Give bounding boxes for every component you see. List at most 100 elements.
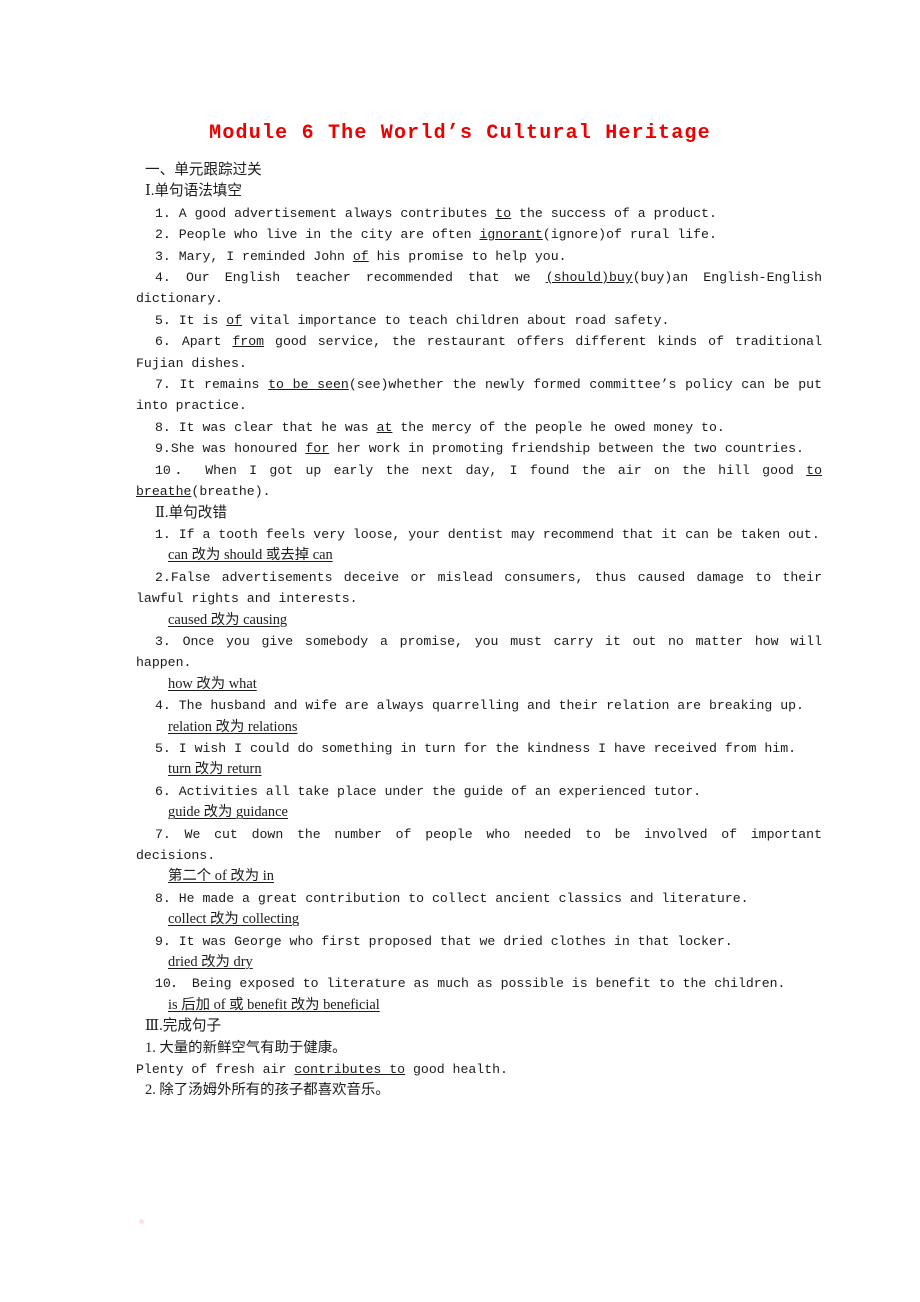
item-answer: for [305, 441, 330, 457]
item-answer: from [232, 334, 265, 350]
item-number: 2. [155, 227, 171, 243]
correction-item-10-answer: is 后加 of 或 benefit 改为 beneficial [136, 995, 822, 1016]
answer-text: collect 改为 collecting [168, 911, 300, 928]
item-post: (ignore)of rural life. [542, 227, 717, 243]
item-chinese: 大量的新鲜空气有助于健康。 [155, 1039, 347, 1056]
item-number: 9. [155, 933, 171, 949]
correction-item-3-sentence: 3. Once you give somebody a promise, you… [136, 631, 822, 674]
answer-text: caused 改为 causing [168, 611, 288, 628]
item-answer: to be seen [268, 377, 349, 393]
item-post: the success of a product. [511, 205, 717, 221]
item-answer: at [376, 419, 393, 435]
item-number: 1. [155, 526, 171, 542]
grammar-item-9: 9.She was honoured for her work in promo… [136, 438, 822, 459]
page-title: Module 6 The World’s Cultural Heritage [209, 122, 711, 145]
english-post: good health. [405, 1062, 508, 1078]
item-number: 10． [155, 462, 193, 478]
grammar-item-8: 8. It was clear that he was at the mercy… [136, 417, 822, 438]
item-pre: A good advertisement always contributes [170, 205, 496, 221]
item-pre: Apart [170, 334, 233, 350]
correction-item-3-answer: how 改为 what [136, 674, 822, 695]
grammar-item-3: 3. Mary, I reminded John of his promise … [136, 246, 822, 267]
answer-text: guide 改为 guidance [168, 804, 288, 821]
item-sentence: We cut down the number of people who nee… [136, 826, 822, 863]
correction-item-7-answer: 第二个 of 改为 in [136, 866, 822, 887]
item-answer: of [352, 248, 369, 264]
answer-text: can 改为 should 或去掉 can [168, 547, 333, 564]
grammar-item-2: 2. People who live in the city are often… [136, 224, 822, 245]
item-number: 7. [155, 826, 171, 842]
answer-text: how 改为 what [168, 675, 257, 692]
section-1-heading: Ⅰ.单句语法填空 [145, 183, 242, 200]
item-sentence: If a tooth feels very loose, your dentis… [170, 526, 820, 542]
correction-item-7-sentence: 7. We cut down the number of people who … [136, 824, 822, 867]
item-pre: She was honoured [170, 441, 306, 457]
grammar-item-4: 4. Our English teacher recommended that … [136, 267, 822, 310]
item-post: (breathe). [191, 484, 271, 500]
correction-item-5-answer: turn 改为 return [136, 759, 822, 780]
item-pre: Mary, I reminded John [170, 248, 353, 264]
grammar-item-7: 7. It remains to be seen(see)whether the… [136, 374, 822, 417]
completion-item-2-chinese: 2. 除了汤姆外所有的孩子都喜欢音乐。 [136, 1080, 822, 1101]
item-pre: People who live in the city are often [170, 227, 480, 243]
item-number: 3. [155, 633, 171, 649]
item-pre: When I got up early the next day, I foun… [192, 462, 807, 478]
item-post: her work in promoting friendship between… [329, 441, 804, 457]
correction-item-8-sentence: 8. He made a great contribution to colle… [136, 888, 822, 909]
correction-item-4-answer: relation 改为 relations [136, 717, 822, 738]
item-number: 8. [155, 419, 171, 435]
correction-item-6-answer: guide 改为 guidance [136, 802, 822, 823]
correction-item-5-sentence: 5. I wish I could do something in turn f… [136, 738, 822, 759]
english-answer: contributes to [294, 1062, 406, 1078]
item-sentence: False advertisements deceive or mislead … [136, 569, 822, 607]
item-post: his promise to help you. [368, 248, 567, 264]
completion-item-1-english: Plenty of fresh air contributes to good … [136, 1059, 822, 1080]
english-pre: Plenty of fresh air [136, 1062, 295, 1078]
correction-item-10-sentence: 10． Being exposed to literature as much … [136, 973, 822, 994]
item-sentence: Activities all take place under the guid… [170, 783, 702, 799]
item-answer: (should)buy [545, 270, 633, 286]
answer-text: relation 改为 relations [168, 718, 298, 735]
item-chinese: 除了汤姆外所有的孩子都喜欢音乐。 [155, 1082, 390, 1099]
item-post: vital importance to teach children about… [242, 312, 670, 328]
completion-item-1-chinese: 1. 大量的新鲜空气有助于健康。 [136, 1038, 822, 1059]
correction-item-1-answer: can 改为 should 或去掉 can [136, 545, 822, 566]
item-answer: of [226, 312, 243, 328]
item-pre: It remains [170, 377, 269, 393]
item-number: 2. [155, 569, 171, 585]
item-answer: to [495, 205, 512, 221]
item-pre: It is [170, 312, 227, 328]
item-number: 4. [155, 698, 171, 714]
part-heading: 一、单元跟踪过关 [145, 162, 262, 178]
answer-text: 第二个 of 改为 in [168, 868, 274, 885]
correction-item-9-answer: dried 改为 dry [136, 952, 822, 973]
item-sentence: He made a great contribution to collect … [170, 890, 749, 906]
document-page: Module 6 The World’s Cultural Heritage 一… [0, 0, 920, 1302]
item-sentence: Once you give somebody a promise, you mu… [136, 633, 822, 671]
answer-text: is 后加 of 或 benefit 改为 beneficial [168, 996, 380, 1013]
item-number: 1. [145, 1039, 156, 1056]
grammar-item-6: 6. Apart from good service, the restaura… [136, 331, 822, 374]
section-2-heading: Ⅱ.单句改错 [155, 504, 227, 521]
item-sentence: I wish I could do something in turn for … [170, 740, 797, 756]
item-sentence: It was George who first proposed that we… [170, 933, 733, 949]
item-number: 7. [155, 377, 171, 393]
correction-item-4-sentence: 4. The husband and wife are always quarr… [136, 695, 822, 716]
answer-text: turn 改为 return [168, 761, 262, 778]
item-sentence: Being exposed to literature as much as p… [184, 976, 786, 992]
grammar-item-10: 10． When I got up early the next day, I … [136, 460, 822, 503]
answer-text: dried 改为 dry [168, 954, 253, 971]
item-post: the mercy of the people he owed money to… [392, 419, 725, 435]
correction-item-2-sentence: 2.False advertisements deceive or mislea… [136, 567, 822, 610]
correction-item-9-sentence: 9. It was George who first proposed that… [136, 931, 822, 952]
item-number: 2. [145, 1082, 156, 1099]
correction-item-8-answer: collect 改为 collecting [136, 909, 822, 930]
item-number: 3. [155, 248, 171, 264]
item-number: 10． [155, 976, 185, 992]
item-number: 6. [155, 783, 171, 799]
item-number: 5. [155, 740, 171, 756]
correction-item-1-sentence: 1. If a tooth feels very loose, your den… [136, 524, 822, 545]
item-pre: Our English teacher recommended that we [170, 270, 546, 286]
section-3-heading: Ⅲ.完成句子 [145, 1018, 222, 1035]
scan-speck [139, 1219, 144, 1224]
